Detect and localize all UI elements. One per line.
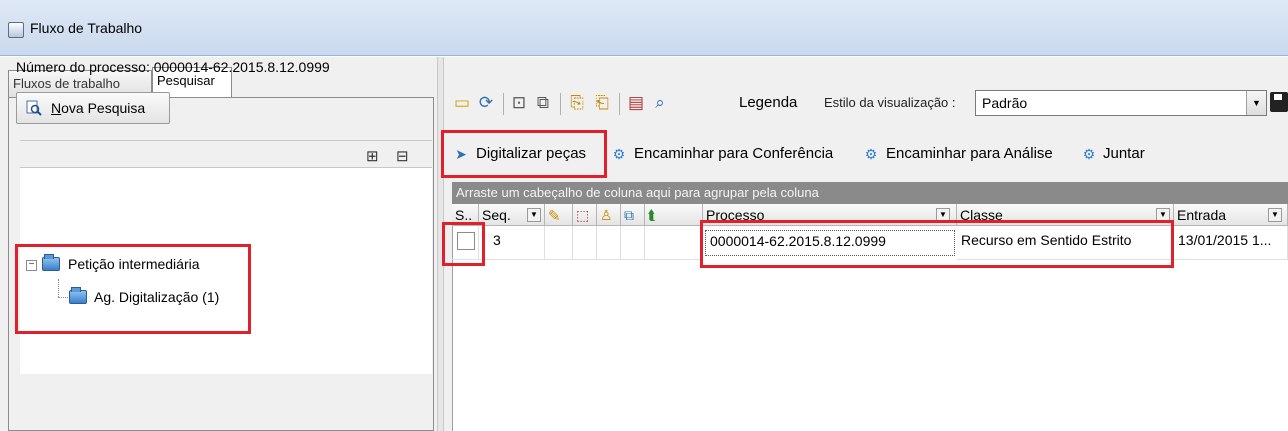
collapse-all-icon[interactable]: ⊟	[396, 147, 409, 165]
open-folder-icon[interactable]: ▭	[452, 93, 472, 113]
forward-gear-icon: ⚙	[612, 146, 626, 162]
highlight-box-checkbox	[442, 222, 485, 266]
column-header-folder-icon[interactable]: ⮬	[645, 204, 703, 226]
column-header-link-icon[interactable]: ⧉	[621, 204, 645, 226]
new-search-button[interactable]: Nova Pesquisa	[16, 92, 170, 124]
chevron-down-icon[interactable]: ▼	[1246, 91, 1266, 115]
tree-toolbar: ⊞ ⊟	[20, 140, 432, 168]
copy-icon[interactable]: ⧉	[533, 93, 553, 113]
refresh-icon[interactable]: ⟳	[476, 93, 496, 113]
table-cell	[573, 226, 597, 260]
highlight-box-tree	[15, 244, 251, 334]
legend-button[interactable]: Legenda	[739, 94, 797, 111]
process-number-label: Número do processo: 0000014-62.2015.8.12…	[16, 59, 330, 75]
column-header-people-icon[interactable]: ♙	[597, 204, 621, 226]
table-cell-seq: 3	[479, 226, 545, 260]
view-style-value: Padrão	[982, 95, 1028, 111]
column-header-note-icon[interactable]: ✎	[545, 204, 573, 226]
filter-icon[interactable]: ⊡	[509, 93, 529, 113]
highlight-box-digitalizar	[441, 130, 607, 178]
save-icon[interactable]	[1270, 92, 1288, 112]
chevron-down-icon[interactable]: ▼	[1268, 208, 1282, 222]
column-header-priority-icon[interactable]: ⬚	[573, 204, 597, 226]
forward-gear-icon: ⚙	[864, 146, 878, 162]
document-icon[interactable]: ▤	[626, 93, 646, 113]
window-title: Fluxo de Trabalho	[30, 20, 143, 36]
highlight-box-row	[700, 220, 1174, 268]
group-by-bar[interactable]: Arraste um cabeçalho de coluna aqui para…	[452, 182, 1288, 204]
search-icon	[26, 100, 42, 116]
table-cell	[621, 226, 645, 260]
import-icon[interactable]: ⎗	[592, 93, 612, 113]
table-cell	[545, 226, 573, 260]
chevron-down-icon[interactable]: ▼	[527, 208, 541, 222]
new-search-label: Nova Pesquisa	[51, 100, 146, 116]
toolbar-separator	[619, 93, 620, 115]
group-hint-text: Arraste um cabeçalho de coluna aqui para…	[456, 185, 819, 200]
table-cell-entrada: 13/01/2015 1...	[1174, 226, 1288, 260]
toolbar-separator	[503, 93, 504, 115]
juntar-button[interactable]: Juntar	[1103, 145, 1145, 162]
view-style-label: Estilo da visualização :	[824, 95, 956, 110]
export-icon[interactable]: ⎘	[567, 93, 587, 113]
title-bar: Fluxo de Trabalho	[0, 0, 1288, 56]
app-icon	[8, 22, 24, 38]
table-cell	[645, 226, 703, 260]
toolbar-separator	[560, 93, 561, 115]
table-cell	[597, 226, 621, 260]
encaminhar-analise-button[interactable]: Encaminhar para Análise	[886, 145, 1053, 162]
encaminhar-conferencia-button[interactable]: Encaminhar para Conferência	[634, 145, 833, 162]
search-document-icon[interactable]: ⌕	[650, 93, 670, 113]
join-gear-icon: ⚙	[1082, 146, 1096, 162]
view-style-select[interactable]: Padrão ▼	[975, 90, 1267, 116]
expand-all-icon[interactable]: ⊞	[366, 147, 379, 165]
